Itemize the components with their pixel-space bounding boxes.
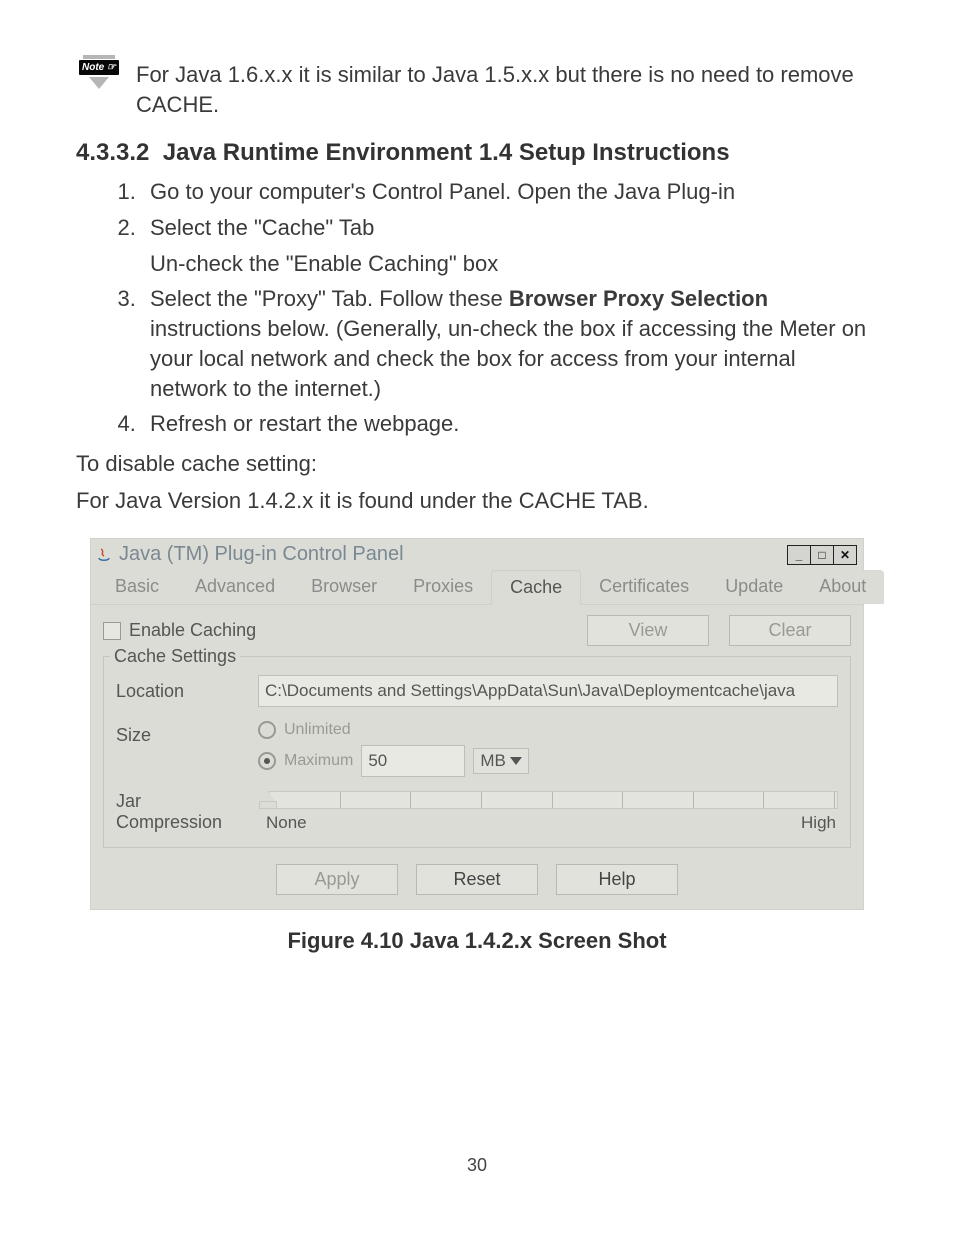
view-button[interactable]: View [587,615,709,646]
cache-settings-fieldset: Cache Settings Location C:\Documents and… [103,656,851,848]
step-1: Go to your computer's Control Panel. Ope… [142,177,878,207]
tab-basic[interactable]: Basic [97,570,177,604]
clear-button[interactable]: Clear [729,615,851,646]
step-3-bold: Browser Proxy Selection [509,286,768,311]
size-unlimited-row[interactable]: Unlimited [258,721,529,739]
enable-caching-label: Enable Caching [129,620,256,641]
step-2b-text: Un-check the "Enable Caching" box [150,249,878,279]
note-text: For Java 1.6.x.x it is similar to Java 1… [136,60,878,119]
close-button[interactable]: ✕ [833,545,857,565]
chevron-down-icon [510,757,522,765]
tabs: Basic Advanced Browser Proxies Cache Cer… [91,570,863,605]
note-icon-label: Note ☞ [79,60,119,75]
reset-button[interactable]: Reset [416,864,538,895]
step-1-text: Go to your computer's Control Panel. Ope… [150,179,735,204]
note-icon: Note ☞ [76,60,122,89]
java-icon [95,546,113,564]
slider-label-high: High [801,813,836,833]
step-3a-text: Select the "Proxy" Tab. Follow these [150,286,509,311]
steps-list: Go to your computer's Control Panel. Ope… [76,177,878,439]
fieldset-legend: Cache Settings [110,646,240,667]
java-control-panel-window: Java (TM) Plug-in Control Panel _ □ ✕ Ba… [90,538,864,910]
section-title: Java Runtime Environment 1.4 Setup Instr… [163,139,730,166]
enable-caching-row[interactable]: Enable Caching [103,620,256,641]
apply-button[interactable]: Apply [276,864,398,895]
location-label: Location [116,681,246,702]
jar-compression-slider[interactable] [266,791,838,809]
step-3b-text: instructions below. (Generally, un-check… [150,316,866,400]
radio-unlimited[interactable] [258,721,276,739]
tab-about[interactable]: About [801,570,884,604]
page-number: 30 [0,1155,954,1176]
size-label: Size [116,721,246,746]
step-4-text: Refresh or restart the webpage. [150,411,459,436]
titlebar: Java (TM) Plug-in Control Panel _ □ ✕ [91,539,863,570]
slider-label-none: None [266,813,307,833]
location-field[interactable]: C:\Documents and Settings\AppData\Sun\Ja… [258,675,838,707]
size-maximum-label: Maximum [284,752,353,770]
size-unlimited-label: Unlimited [284,721,351,739]
tab-advanced[interactable]: Advanced [177,570,293,604]
section-number: 4.3.3.2 [76,139,149,166]
tab-update[interactable]: Update [707,570,801,604]
enable-caching-checkbox[interactable] [103,622,121,640]
jar-compression-label: Jar Compression [116,791,252,833]
body-p1: To disable cache setting: [76,449,878,480]
radio-maximum[interactable] [258,752,276,770]
figure-caption: Figure 4.10 Java 1.4.2.x Screen Shot [76,928,878,954]
help-button[interactable]: Help [556,864,678,895]
step-2: Select the "Cache" Tab Un-check the "Ena… [142,213,878,278]
note-block: Note ☞ For Java 1.6.x.x it is similar to… [76,60,878,119]
size-maximum-row[interactable]: Maximum 50 MB [258,745,529,777]
size-value-field[interactable]: 50 [361,745,465,777]
tab-browser[interactable]: Browser [293,570,395,604]
step-2a-text: Select the "Cache" Tab [150,215,374,240]
section-heading: 4.3.3.2 Java Runtime Environment 1.4 Set… [76,139,878,167]
window-title: Java (TM) Plug-in Control Panel [119,543,404,566]
slider-thumb[interactable] [259,789,275,801]
step-3: Select the "Proxy" Tab. Follow these Bro… [142,284,878,403]
body-p2: For Java Version 1.4.2.x it is found und… [76,486,878,517]
maximize-button[interactable]: □ [810,545,834,565]
tab-cache[interactable]: Cache [491,570,581,605]
size-unit-dropdown[interactable]: MB [473,748,529,774]
tab-proxies[interactable]: Proxies [395,570,491,604]
size-unit-label: MB [480,751,506,771]
tab-certificates[interactable]: Certificates [581,570,707,604]
minimize-button[interactable]: _ [787,545,811,565]
step-4: Refresh or restart the webpage. [142,409,878,439]
